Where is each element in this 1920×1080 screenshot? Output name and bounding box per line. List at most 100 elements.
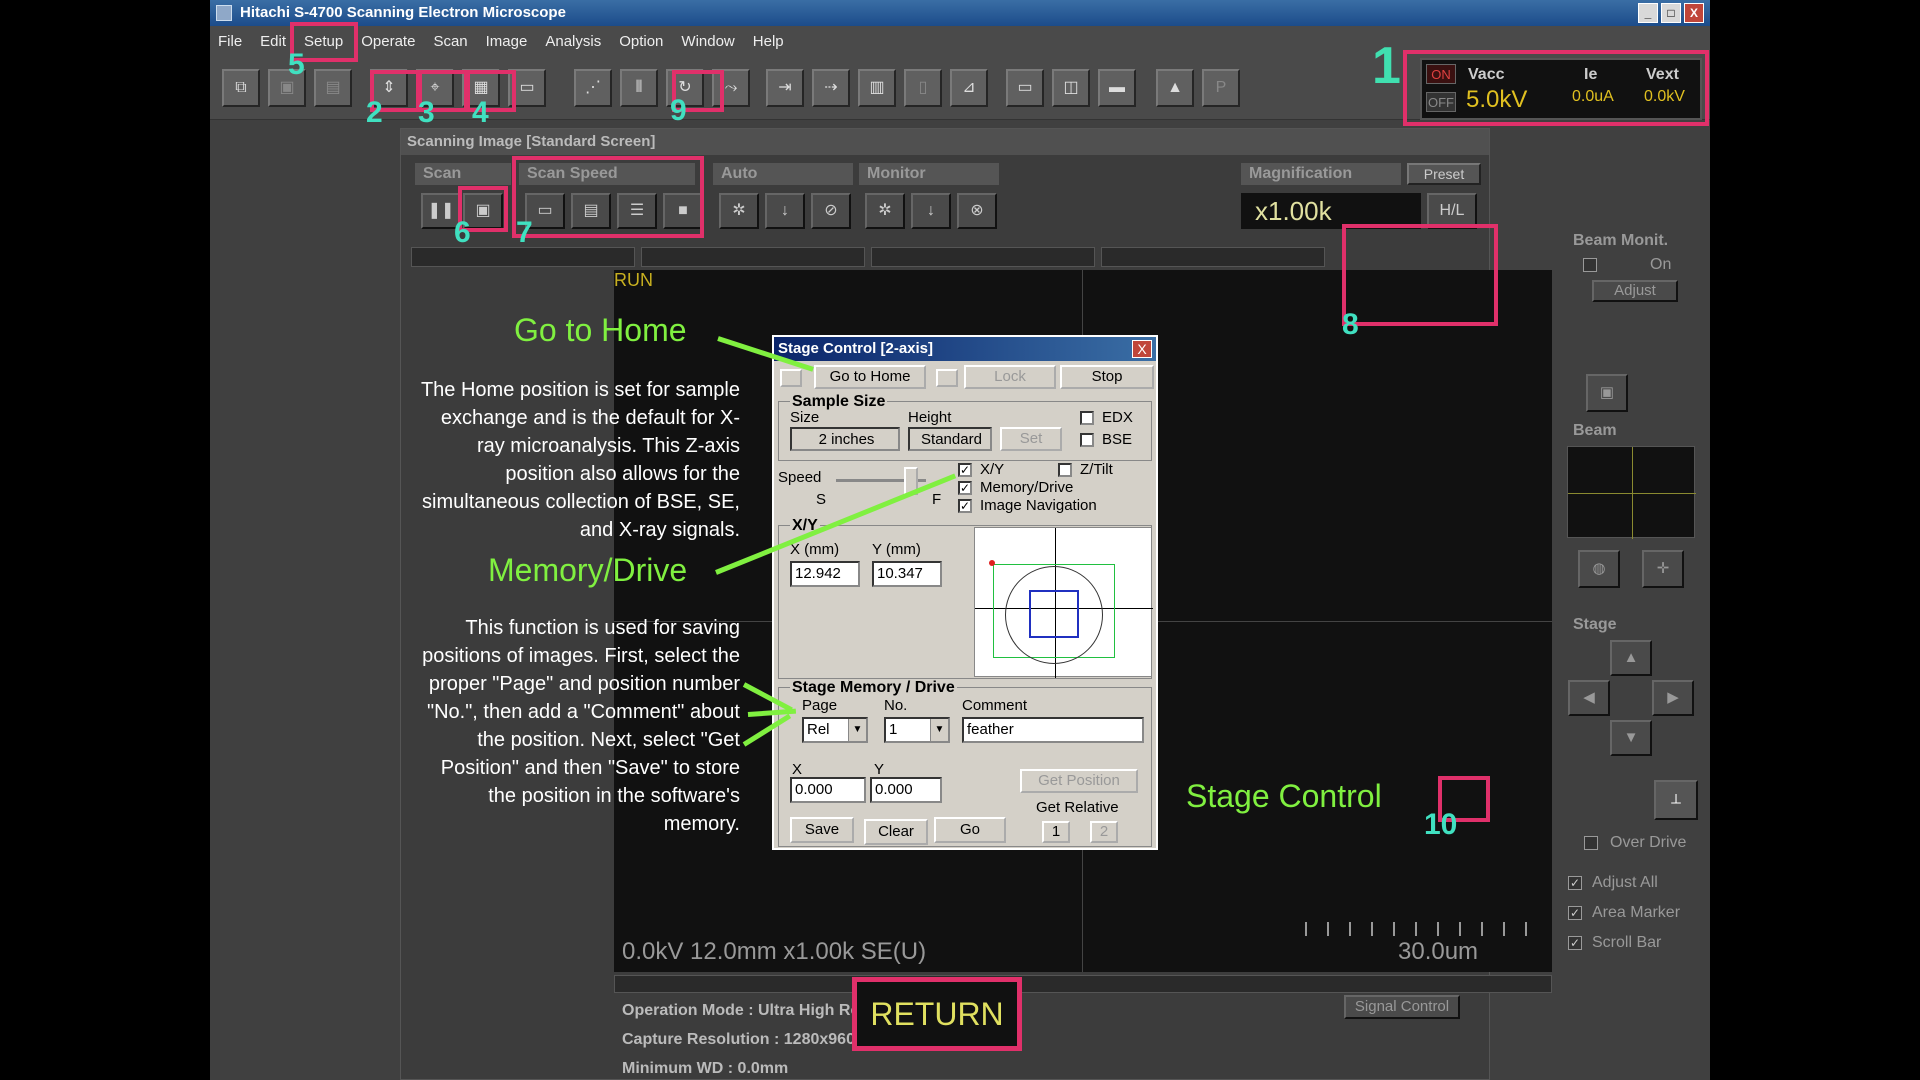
- page-dropdown-icon[interactable]: ▼: [848, 719, 866, 741]
- over-drive-label: Over Drive: [1610, 834, 1687, 851]
- beam-position-view[interactable]: [1567, 446, 1696, 539]
- focus-slider[interactable]: [411, 247, 635, 267]
- maximize-button[interactable]: □: [1661, 3, 1681, 23]
- stig-slider[interactable]: [641, 247, 865, 267]
- stage-dialog-close-button[interactable]: X: [1132, 340, 1152, 358]
- go-button[interactable]: Go: [934, 817, 1006, 843]
- mouse-icon[interactable]: ◍: [1578, 550, 1620, 588]
- comment-field[interactable]: feather: [962, 717, 1144, 743]
- menu-option[interactable]: Option: [619, 33, 663, 50]
- menu-file[interactable]: File: [218, 33, 242, 50]
- auto-stig-icon[interactable]: ✲: [719, 193, 759, 229]
- x-mem-label: X: [792, 761, 803, 778]
- y-memory-field[interactable]: 0.000: [870, 777, 942, 803]
- y-mm-label: Y (mm): [872, 541, 921, 558]
- histogram-icon[interactable]: ▲: [1156, 69, 1194, 107]
- xy-checkbox[interactable]: ✓: [958, 463, 972, 477]
- return-button[interactable]: RETURN: [852, 977, 1022, 1051]
- x-memory-field[interactable]: 0.000: [790, 777, 866, 803]
- print-icon[interactable]: ▤: [314, 69, 352, 107]
- stop-button[interactable]: Stop: [1060, 365, 1154, 389]
- dual-screen-icon[interactable]: ◫: [1052, 69, 1090, 107]
- scale-bar-label: 30.0um: [1398, 938, 1479, 965]
- size-select[interactable]: 2 inches: [790, 427, 900, 451]
- get-relative-1-button[interactable]: 1: [1042, 821, 1070, 843]
- close-button[interactable]: X: [1684, 3, 1704, 23]
- size-label: Size: [790, 409, 820, 426]
- auto-brightness-icon[interactable]: ⊘: [811, 193, 851, 229]
- stage-right-icon[interactable]: ▶: [1652, 680, 1694, 716]
- monitor-stig-icon[interactable]: ✲: [865, 193, 905, 229]
- monitor-focus-icon[interactable]: ↓: [911, 193, 951, 229]
- scroll-bar-checkbox[interactable]: ✓: [1568, 936, 1582, 950]
- edx-checkbox[interactable]: [1080, 411, 1094, 425]
- single-screen-icon[interactable]: ▭: [1006, 69, 1044, 107]
- color-bar-icon[interactable]: ▥: [858, 69, 896, 107]
- menu-window[interactable]: Window: [681, 33, 734, 50]
- stage-map[interactable]: [974, 527, 1153, 678]
- lock-button[interactable]: Lock: [964, 365, 1056, 389]
- brightness-slider[interactable]: [871, 247, 1095, 267]
- focus-icon[interactable]: ⋰: [574, 69, 612, 107]
- stage-control-button[interactable]: ⟂: [1654, 780, 1698, 820]
- center-icon[interactable]: ✛: [1642, 550, 1684, 588]
- zoom-icon[interactable]: ⇥: [766, 69, 804, 107]
- set-button[interactable]: Set: [1000, 427, 1062, 451]
- beam-capture-icon[interactable]: ▣: [1586, 374, 1628, 412]
- beam-monit-checkbox[interactable]: [1583, 258, 1597, 272]
- menu-help[interactable]: Help: [753, 33, 784, 50]
- compare-icon[interactable]: ▯: [904, 69, 942, 107]
- align-icon[interactable]: ⫴: [620, 69, 658, 107]
- no-dropdown-icon[interactable]: ▼: [930, 719, 948, 741]
- speed-label: Speed: [778, 469, 822, 486]
- clear-button[interactable]: Clear: [864, 819, 928, 845]
- height-select[interactable]: Standard: [908, 427, 992, 451]
- get-position-button[interactable]: Get Position: [1020, 769, 1138, 793]
- speed-fast-label: F: [932, 491, 942, 508]
- adjust-all-checkbox[interactable]: ✓: [1568, 876, 1582, 890]
- auto-group-label: Auto: [713, 163, 853, 185]
- over-drive-checkbox[interactable]: [1584, 836, 1598, 850]
- stage-down-icon[interactable]: ▼: [1610, 720, 1652, 756]
- y-position-field[interactable]: 10.347: [872, 561, 942, 587]
- full-screen-icon[interactable]: ▬: [1098, 69, 1136, 107]
- auto-focus-icon[interactable]: ↓: [765, 193, 805, 229]
- stage-label: Stage: [1573, 616, 1617, 633]
- adjust-all-label: Adjust All: [1592, 874, 1658, 891]
- ztilt-checkbox[interactable]: [1058, 463, 1072, 477]
- pci-icon[interactable]: P: [1202, 69, 1240, 107]
- save-button[interactable]: Save: [790, 817, 854, 843]
- windows-icon[interactable]: ⧉: [222, 69, 260, 107]
- menu-operate[interactable]: Operate: [361, 33, 415, 50]
- beam-adjust-button[interactable]: Adjust: [1592, 280, 1678, 302]
- menu-scan[interactable]: Scan: [433, 33, 467, 50]
- page-label: Page: [802, 697, 838, 714]
- xy-check-label: X/Y: [980, 461, 1005, 478]
- minimize-button[interactable]: _: [1638, 3, 1658, 23]
- no-select[interactable]: 1 ▼: [884, 717, 950, 743]
- area-marker-checkbox[interactable]: ✓: [1568, 906, 1582, 920]
- menu-image[interactable]: Image: [486, 33, 528, 50]
- x-position-field[interactable]: 12.942: [790, 561, 860, 587]
- page-select[interactable]: Rel ▼: [802, 717, 868, 743]
- contrast-slider[interactable]: [1101, 247, 1325, 267]
- menu-edit[interactable]: Edit: [260, 33, 286, 50]
- annotation-number-2: 2: [366, 96, 383, 129]
- signal-control-button[interactable]: Signal Control: [1344, 995, 1460, 1019]
- bse-checkbox[interactable]: [1080, 433, 1094, 447]
- go-to-home-button[interactable]: Go to Home: [814, 365, 926, 389]
- monitor-link-icon[interactable]: ⊗: [957, 193, 997, 229]
- graph-icon[interactable]: ⊿: [950, 69, 988, 107]
- preset-button[interactable]: Preset: [1407, 163, 1481, 185]
- memory-drive-checkbox[interactable]: ✓: [958, 481, 972, 495]
- get-relative-2-button[interactable]: 2: [1090, 821, 1118, 843]
- signal-icon[interactable]: ⇢: [812, 69, 850, 107]
- stage-memory-label: Stage Memory / Drive: [790, 679, 957, 697]
- horizontal-scrollbar[interactable]: [614, 975, 1552, 993]
- stage-left-icon[interactable]: ◀: [1568, 680, 1610, 716]
- stage-up-icon[interactable]: ▲: [1610, 640, 1652, 676]
- bse-label: BSE: [1102, 431, 1133, 448]
- menu-analysis[interactable]: Analysis: [545, 33, 601, 50]
- image-navigation-checkbox[interactable]: ✓: [958, 499, 972, 513]
- scan-group-label: Scan: [415, 163, 511, 185]
